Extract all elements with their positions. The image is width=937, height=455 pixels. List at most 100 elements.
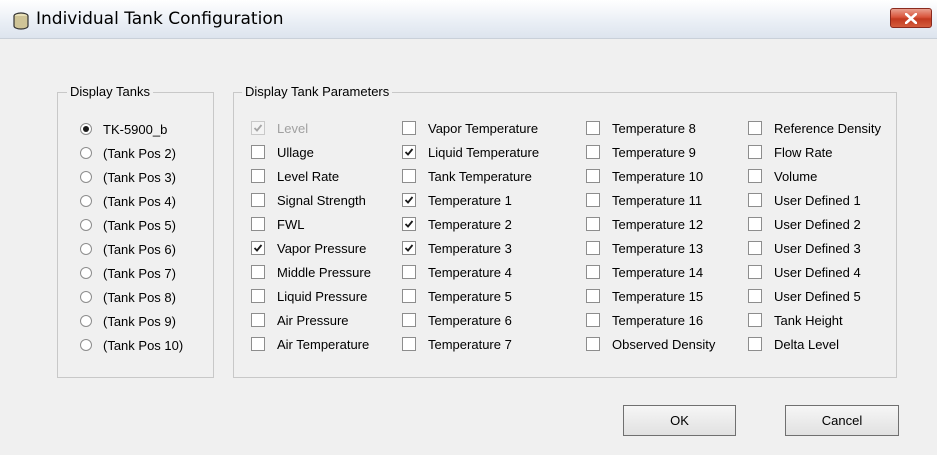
checkbox[interactable] — [251, 265, 265, 279]
param-air-pressure[interactable]: Air Pressure — [251, 313, 396, 331]
param-temperature-12[interactable]: Temperature 12 — [586, 217, 731, 235]
param-temperature-7[interactable]: Temperature 7 — [402, 337, 547, 355]
checkbox[interactable] — [251, 289, 265, 303]
tank-option-tank-pos-10[interactable]: (Tank Pos 10) — [80, 337, 205, 355]
checkbox[interactable] — [586, 289, 600, 303]
radio-button[interactable] — [80, 315, 92, 327]
checkbox[interactable] — [251, 193, 265, 207]
param-temperature-2[interactable]: Temperature 2 — [402, 217, 547, 235]
checkbox[interactable] — [586, 217, 600, 231]
param-level-rate[interactable]: Level Rate — [251, 169, 396, 187]
checkbox[interactable] — [748, 337, 762, 351]
param-ullage[interactable]: Ullage — [251, 145, 396, 163]
checkbox[interactable] — [748, 145, 762, 159]
checkbox[interactable] — [586, 193, 600, 207]
checkbox[interactable] — [586, 169, 600, 183]
checkbox[interactable] — [402, 121, 416, 135]
radio-button[interactable] — [80, 267, 92, 279]
checkbox[interactable] — [251, 337, 265, 351]
radio-button[interactable] — [80, 339, 92, 351]
param-tank-temperature[interactable]: Tank Temperature — [402, 169, 547, 187]
param-observed-density[interactable]: Observed Density — [586, 337, 731, 355]
close-button[interactable] — [890, 8, 932, 28]
tank-option-tank-pos-6[interactable]: (Tank Pos 6) — [80, 241, 205, 259]
tank-option-tk-5900-b[interactable]: TK-5900_b — [80, 121, 205, 139]
checkbox[interactable] — [748, 265, 762, 279]
param-user-defined-5[interactable]: User Defined 5 — [748, 289, 893, 307]
param-temperature-3[interactable]: Temperature 3 — [402, 241, 547, 259]
checkbox[interactable] — [402, 313, 416, 327]
checkbox[interactable] — [251, 217, 265, 231]
param-liquid-temperature[interactable]: Liquid Temperature — [402, 145, 547, 163]
ok-button[interactable]: OK — [623, 405, 736, 436]
param-user-defined-4[interactable]: User Defined 4 — [748, 265, 893, 283]
param-fwl[interactable]: FWL — [251, 217, 396, 235]
param-middle-pressure[interactable]: Middle Pressure — [251, 265, 396, 283]
param-temperature-11[interactable]: Temperature 11 — [586, 193, 731, 211]
checkbox[interactable] — [402, 217, 416, 231]
param-temperature-9[interactable]: Temperature 9 — [586, 145, 731, 163]
tank-option-tank-pos-5[interactable]: (Tank Pos 5) — [80, 217, 205, 235]
checkbox[interactable] — [748, 217, 762, 231]
param-user-defined-2[interactable]: User Defined 2 — [748, 217, 893, 235]
radio-button[interactable] — [80, 291, 92, 303]
checkbox[interactable] — [748, 193, 762, 207]
checkbox[interactable] — [402, 241, 416, 255]
radio-button[interactable] — [80, 171, 92, 183]
checkbox[interactable] — [586, 265, 600, 279]
param-temperature-8[interactable]: Temperature 8 — [586, 121, 731, 139]
tank-option-tank-pos-2[interactable]: (Tank Pos 2) — [80, 145, 205, 163]
checkbox[interactable] — [748, 241, 762, 255]
cancel-button[interactable]: Cancel — [785, 405, 899, 436]
param-liquid-pressure[interactable]: Liquid Pressure — [251, 289, 396, 307]
radio-button[interactable] — [80, 219, 92, 231]
param-reference-density[interactable]: Reference Density — [748, 121, 893, 139]
param-flow-rate[interactable]: Flow Rate — [748, 145, 893, 163]
checkbox[interactable] — [748, 289, 762, 303]
radio-button[interactable] — [80, 195, 92, 207]
checkbox[interactable] — [251, 241, 265, 255]
param-temperature-4[interactable]: Temperature 4 — [402, 265, 547, 283]
checkbox[interactable] — [251, 313, 265, 327]
param-temperature-13[interactable]: Temperature 13 — [586, 241, 731, 259]
checkbox[interactable] — [586, 121, 600, 135]
param-volume[interactable]: Volume — [748, 169, 893, 187]
checkbox[interactable] — [402, 265, 416, 279]
param-temperature-6[interactable]: Temperature 6 — [402, 313, 547, 331]
checkbox[interactable] — [251, 145, 265, 159]
param-user-defined-3[interactable]: User Defined 3 — [748, 241, 893, 259]
param-vapor-pressure[interactable]: Vapor Pressure — [251, 241, 396, 259]
param-air-temperature[interactable]: Air Temperature — [251, 337, 396, 355]
checkbox[interactable] — [748, 169, 762, 183]
param-delta-level[interactable]: Delta Level — [748, 337, 893, 355]
tank-option-tank-pos-8[interactable]: (Tank Pos 8) — [80, 289, 205, 307]
checkbox[interactable] — [402, 289, 416, 303]
param-signal-strength[interactable]: Signal Strength — [251, 193, 396, 211]
checkbox[interactable] — [586, 145, 600, 159]
radio-button[interactable] — [80, 123, 92, 135]
checkbox[interactable] — [748, 313, 762, 327]
tank-option-tank-pos-7[interactable]: (Tank Pos 7) — [80, 265, 205, 283]
tank-option-tank-pos-9[interactable]: (Tank Pos 9) — [80, 313, 205, 331]
tank-option-tank-pos-3[interactable]: (Tank Pos 3) — [80, 169, 205, 187]
checkbox[interactable] — [586, 337, 600, 351]
param-temperature-15[interactable]: Temperature 15 — [586, 289, 731, 307]
param-temperature-5[interactable]: Temperature 5 — [402, 289, 547, 307]
tank-option-tank-pos-4[interactable]: (Tank Pos 4) — [80, 193, 205, 211]
checkbox[interactable] — [402, 145, 416, 159]
radio-button[interactable] — [80, 147, 92, 159]
param-tank-height[interactable]: Tank Height — [748, 313, 893, 331]
checkbox[interactable] — [402, 337, 416, 351]
param-temperature-1[interactable]: Temperature 1 — [402, 193, 547, 211]
param-temperature-14[interactable]: Temperature 14 — [586, 265, 731, 283]
radio-button[interactable] — [80, 243, 92, 255]
param-temperature-10[interactable]: Temperature 10 — [586, 169, 731, 187]
param-user-defined-1[interactable]: User Defined 1 — [748, 193, 893, 211]
param-temperature-16[interactable]: Temperature 16 — [586, 313, 731, 331]
checkbox[interactable] — [748, 121, 762, 135]
checkbox[interactable] — [586, 241, 600, 255]
param-vapor-temperature[interactable]: Vapor Temperature — [402, 121, 547, 139]
checkbox[interactable] — [402, 193, 416, 207]
checkbox[interactable] — [251, 169, 265, 183]
checkbox[interactable] — [402, 169, 416, 183]
